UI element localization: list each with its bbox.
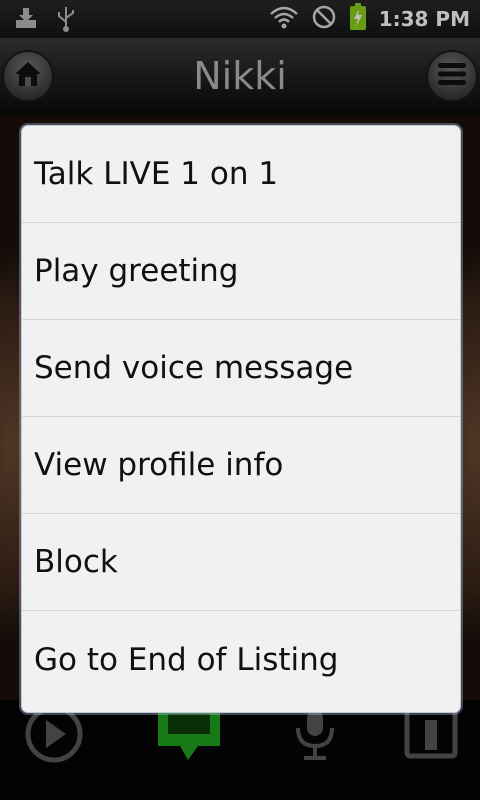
menu-item-label: View profile info [34, 447, 284, 483]
menu-item-talk-live[interactable]: Talk LIVE 1 on 1 [22, 126, 460, 223]
menu-item-label: Go to End of Listing [34, 641, 339, 678]
menu-item-label: Talk LIVE 1 on 1 [34, 156, 279, 192]
menu-item-label: Send voice message [34, 350, 354, 386]
menu-item-view-profile[interactable]: View profile info [22, 417, 460, 514]
context-menu-dialog: Talk LIVE 1 on 1 Play greeting Send voic… [21, 125, 461, 713]
menu-item-label: Play greeting [34, 253, 239, 289]
menu-item-play-greeting[interactable]: Play greeting [22, 223, 460, 320]
menu-item-send-voice-message[interactable]: Send voice message [22, 320, 460, 417]
menu-item-go-to-end[interactable]: Go to End of Listing [22, 611, 460, 708]
menu-item-block[interactable]: Block [22, 514, 460, 611]
menu-item-label: Block [34, 544, 118, 580]
